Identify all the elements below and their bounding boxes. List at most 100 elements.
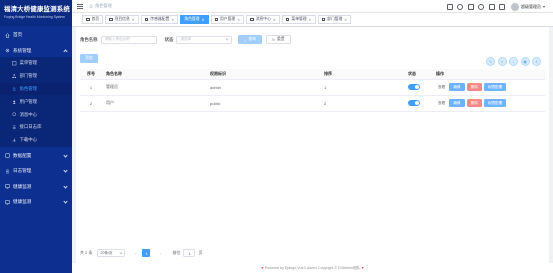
add-button-label: 添加 xyxy=(85,56,93,60)
tab-message[interactable]: 消息中心 ✕ xyxy=(246,15,280,24)
close-icon[interactable]: ✕ xyxy=(201,18,204,22)
column-settings-icon[interactable]: ▦ xyxy=(520,57,530,66)
sidebar-item-dept[interactable]: 部门管理 xyxy=(0,69,72,83)
close-icon[interactable]: ✕ xyxy=(273,18,276,22)
prev-page-icon[interactable]: ‹ xyxy=(131,251,139,256)
reset-button-label: 重置 xyxy=(277,37,285,41)
permission-button[interactable]: 权限配置 xyxy=(483,99,507,107)
view-button[interactable]: 查看 xyxy=(436,83,448,91)
home-icon xyxy=(89,3,93,9)
chevron-down-icon xyxy=(63,152,68,158)
close-icon[interactable]: ✕ xyxy=(344,18,347,22)
breadcrumb-current[interactable]: 角色管理 xyxy=(95,3,112,9)
language-icon[interactable] xyxy=(457,3,463,10)
sidebar-item-home[interactable]: 首页 xyxy=(0,29,72,42)
sidebar-item-menu[interactable]: 菜单管理 xyxy=(0,57,72,70)
col-header-ops: 操作 xyxy=(432,69,545,80)
tab-user[interactable]: 用户管理 ✕ xyxy=(210,15,245,24)
tab-home[interactable]: 首页 xyxy=(82,15,104,24)
sidebar-item-health-2[interactable]: 健康监测 xyxy=(0,196,72,209)
cell-status xyxy=(404,95,432,112)
sidebar-item-message[interactable]: 消息中心 xyxy=(0,108,72,121)
tags-view: 首页 项目信息 ✕ 传感器配置 ✕ 角色管理 ✕ 用户管理 ✕ 消息中心 ✕ 菜单管理 ✕ … xyxy=(72,13,553,27)
user-icon xyxy=(214,17,218,22)
cell-no: 1 xyxy=(80,79,102,96)
role-icon xyxy=(12,87,17,92)
tab-label: 消息中心 xyxy=(255,17,271,21)
tab-label: 项目信息 xyxy=(114,17,130,21)
chevron-down-icon xyxy=(225,37,229,41)
search-form: 角色名称 请输入角色名称 状态 请选择 ⌕ 查询 ↻ 重置 xyxy=(80,35,291,44)
sidebar-item-download[interactable]: 下载中心 xyxy=(0,133,72,147)
search-icon[interactable]: ⌕ xyxy=(509,57,518,66)
tab-label: 用户管理 xyxy=(220,17,236,21)
page-size-select[interactable]: 20条/页 xyxy=(97,249,126,257)
chevron-down-icon xyxy=(63,199,68,204)
goto-page-input[interactable]: 1 xyxy=(183,249,196,257)
sidebar-item-log-mgmt[interactable]: 日志管理 xyxy=(0,165,72,178)
chevron-down-icon xyxy=(63,183,68,189)
tab-label: 传感器配置 xyxy=(150,17,170,21)
next-page-icon[interactable]: › xyxy=(156,251,164,256)
cell-no: 2 xyxy=(80,95,102,112)
user-name[interactable]: 超级管理员 xyxy=(521,4,541,10)
footer-text: Powered by Django-Vue3-Admin Copyright ©… xyxy=(264,265,361,270)
tab-project[interactable]: 项目信息 ✕ xyxy=(105,15,139,24)
density-icon[interactable]: ≡ xyxy=(497,57,507,66)
sidebar-item-api-log[interactable]: 接口日志库 xyxy=(0,120,72,134)
close-icon[interactable]: ✕ xyxy=(237,18,240,22)
sidebar-item-system[interactable]: 系统管理 xyxy=(0,45,72,58)
tab-menu[interactable]: 菜单管理 ✕ xyxy=(281,15,316,24)
view-button[interactable]: 查看 xyxy=(436,99,448,107)
edit-button[interactable]: 编辑 xyxy=(449,83,465,91)
bell-icon[interactable] xyxy=(488,3,495,10)
reset-button[interactable]: ↻ 重置 xyxy=(265,35,291,44)
search-button[interactable]: ⌕ 查询 xyxy=(238,35,262,44)
delete-button[interactable]: 删除 xyxy=(466,83,482,91)
tab-role[interactable]: 角色管理 ✕ xyxy=(180,15,209,24)
status-label: 状态 xyxy=(164,36,174,42)
sidebar-item-user[interactable]: 用户管理 xyxy=(0,95,72,109)
sidebar-item-data-config[interactable]: 数据配置 xyxy=(0,150,72,163)
sidebar-item-label: 数据配置 xyxy=(13,152,32,158)
footer: ♥ Powered by Django-Vue3-Admin Copyright… xyxy=(72,263,553,273)
header-tools: 超级管理员 xyxy=(442,2,545,11)
sidebar-item-role[interactable]: 角色管理 xyxy=(0,82,72,96)
sidebar-item-label: 消息中心 xyxy=(19,111,38,117)
table-row: 2 用户 public 2 查看 编辑 删除 权限配置 xyxy=(80,95,545,112)
fullscreen-icon[interactable] xyxy=(499,3,505,10)
refresh-icon[interactable]: ↻ xyxy=(486,57,495,66)
collapse-menu-icon[interactable] xyxy=(77,3,83,9)
sidebar-item-health-1[interactable]: 健康监测 xyxy=(0,181,72,194)
search-button-label: 查询 xyxy=(248,37,256,41)
close-icon[interactable]: ✕ xyxy=(171,18,174,22)
gear-icon[interactable] xyxy=(478,3,484,10)
export-icon[interactable]: ⇩ xyxy=(532,57,541,66)
status-toggle[interactable] xyxy=(408,84,420,90)
role-table: 序号 角色名称 权限标识 排序 状态 操作 1 管理员 admin 1 查看 编… xyxy=(80,69,545,112)
role-name-input[interactable]: 请输入角色名称 xyxy=(100,35,157,44)
tab-label: 菜单管理 xyxy=(291,17,307,21)
close-icon[interactable]: ✕ xyxy=(309,18,312,22)
add-button[interactable]: 添加 xyxy=(80,54,98,63)
page-number-current[interactable]: 1 xyxy=(142,249,151,257)
delete-button[interactable]: 删除 xyxy=(466,99,482,107)
chevron-down-icon[interactable] xyxy=(543,5,545,8)
tab-dept[interactable]: 部门管理 ✕ xyxy=(317,15,352,24)
status-toggle[interactable] xyxy=(408,100,420,106)
close-icon[interactable]: ✕ xyxy=(132,18,135,22)
sidebar-header: 福清大桥健康监测系统 Fuqing Bridge Health Monitori… xyxy=(0,0,72,26)
table-row: 1 管理员 admin 1 查看 编辑 删除 权限配置 xyxy=(80,79,545,96)
status-select[interactable]: 请选择 xyxy=(176,35,233,44)
sidebar-item-label: 系统管理 xyxy=(13,47,32,53)
log-icon xyxy=(5,169,10,174)
app-title: 福清大桥健康监测系统 xyxy=(4,6,70,13)
tab-sensor[interactable]: 传感器配置 ✕ xyxy=(140,15,179,24)
permission-button[interactable]: 权限配置 xyxy=(483,83,507,91)
search-icon[interactable] xyxy=(467,3,474,10)
size-icon[interactable] xyxy=(446,3,453,10)
sidebar-item-label: 部门管理 xyxy=(19,73,38,79)
message-icon xyxy=(12,112,17,117)
edit-button[interactable]: 编辑 xyxy=(449,99,465,107)
avatar[interactable] xyxy=(511,2,519,11)
